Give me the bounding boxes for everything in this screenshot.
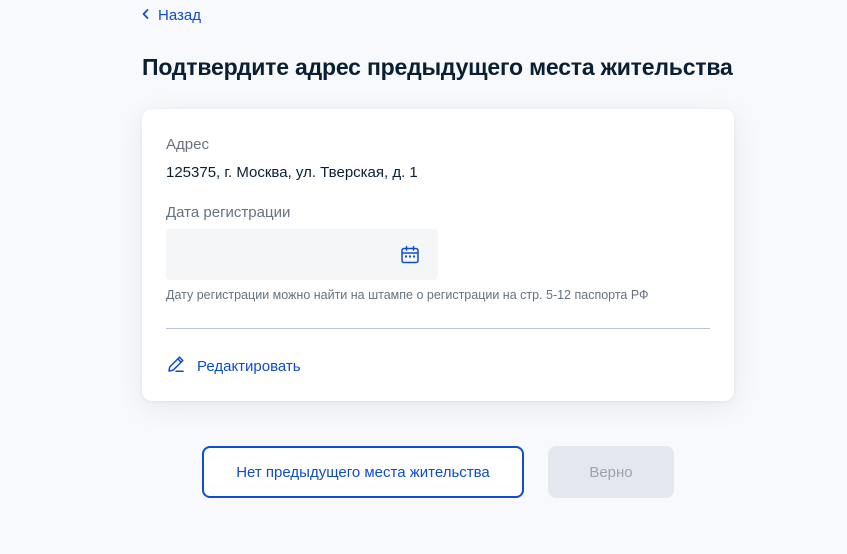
back-link[interactable]: Назад — [141, 7, 201, 24]
edit-address-link[interactable]: Редактировать — [166, 354, 301, 378]
confirm-button[interactable]: Верно — [548, 446, 674, 498]
edit-address-label: Редактировать — [197, 357, 301, 375]
page-title: Подтвердите адрес предыдущего места жите… — [142, 54, 733, 80]
calendar-icon[interactable] — [400, 245, 420, 265]
divider — [166, 328, 710, 329]
back-link-label: Назад — [158, 7, 201, 24]
registration-date-label: Дата регистрации — [166, 204, 291, 221]
chevron-left-icon — [141, 7, 150, 24]
no-previous-residence-button[interactable]: Нет предыдущего места жительства — [202, 446, 524, 498]
registration-date-hint: Дату регистрации можно найти на штампе о… — [166, 288, 649, 302]
address-value: 125375, г. Москва, ул. Тверская, д. 1 — [166, 164, 418, 181]
address-label: Адрес — [166, 136, 209, 153]
pencil-icon — [166, 354, 186, 378]
registration-date-input[interactable] — [166, 229, 438, 280]
address-card: Адрес 125375, г. Москва, ул. Тверская, д… — [142, 109, 734, 401]
